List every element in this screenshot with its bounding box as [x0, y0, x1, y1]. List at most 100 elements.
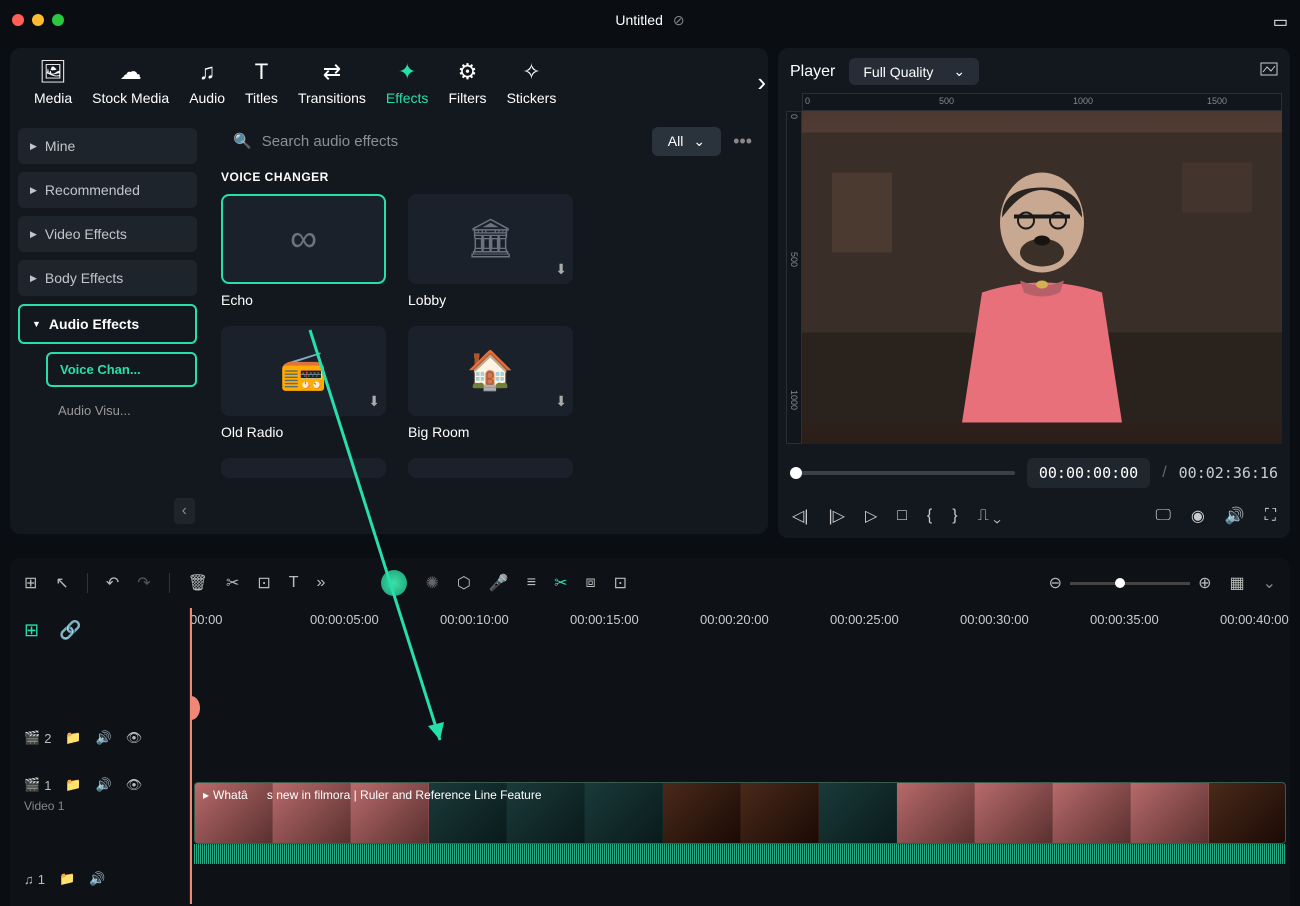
zoom-handle[interactable]	[1115, 578, 1125, 588]
select-tool-icon[interactable]: ↖	[55, 573, 68, 593]
effect-lobby[interactable]: 🏛⬇ Lobby	[408, 194, 573, 308]
tab-transitions[interactable]: ⇄Transitions	[292, 59, 372, 106]
sidebar-subitem-voice-changer[interactable]: Voice Chan...	[46, 352, 197, 387]
prev-frame-button[interactable]: ◁|	[792, 506, 808, 526]
stop-button[interactable]: □	[897, 507, 907, 525]
download-icon[interactable]: ⬇	[555, 261, 567, 278]
mic-icon[interactable]: 🎤	[489, 573, 509, 593]
visibility-icon[interactable]: 👁	[126, 777, 143, 793]
add-track-icon[interactable]: ⊞	[24, 620, 39, 641]
scrub-bar[interactable]	[790, 471, 1015, 475]
zoom-in-button[interactable]: ⊕	[1198, 573, 1211, 593]
effect-extra-1[interactable]	[221, 458, 386, 478]
minimize-window[interactable]	[32, 14, 44, 26]
tabs-scroll-right[interactable]: ›	[757, 67, 766, 98]
tab-filters[interactable]: ⚙Filters	[442, 59, 492, 106]
tab-titles[interactable]: TTitles	[239, 59, 284, 106]
tab-media[interactable]: 🖼Media	[28, 59, 78, 106]
video-clip[interactable]: ▸Whatâs new in filmora | Ruler and Ref…	[194, 782, 1286, 844]
timeline-ruler[interactable]: 00:00 00:00:05:00 00:00:10:00 00:00:15:0…	[190, 608, 1290, 654]
chevron-down-icon[interactable]: ⌄	[1263, 573, 1276, 593]
house-icon: 🏠	[467, 349, 514, 393]
search-icon: 🔍	[233, 132, 252, 150]
mute-icon[interactable]: 🔊	[96, 777, 112, 793]
quality-dropdown[interactable]: Full Quality⌄	[849, 58, 979, 85]
gear2-icon[interactable]: ✺	[425, 573, 438, 593]
sidebar-item-video-effects[interactable]: ▶Video Effects	[18, 216, 197, 252]
crop-button[interactable]: ⊡	[257, 573, 270, 593]
maximize-window[interactable]	[52, 14, 64, 26]
collapse-sidebar-button[interactable]: ‹	[174, 498, 195, 524]
chevron-down-icon: ⌄	[953, 63, 965, 80]
fullscreen-icon[interactable]: ⛶	[1265, 507, 1276, 525]
fit-icon[interactable]: ⊡	[614, 573, 627, 593]
list-icon[interactable]: ≡	[527, 574, 536, 592]
screen-icon[interactable]: 🖵	[1155, 507, 1170, 525]
next-frame-button[interactable]: |▷	[828, 506, 844, 526]
zoom-slider[interactable]	[1070, 582, 1190, 585]
mark-in-icon[interactable]: {	[927, 507, 932, 525]
sync-icon: ⊘	[673, 12, 685, 29]
video-preview[interactable]	[802, 111, 1282, 444]
mute-icon[interactable]: 🔊	[96, 730, 112, 746]
track-header-audio1[interactable]: ♫1 📁 🔊	[10, 854, 189, 904]
player-label: Player	[790, 63, 835, 81]
download-icon[interactable]: ⬇	[555, 393, 567, 410]
undo-button[interactable]: ↶	[106, 573, 119, 593]
more-tools-icon[interactable]: »	[317, 574, 326, 592]
more-options-icon[interactable]: •••	[733, 131, 752, 152]
sidebar-item-mine[interactable]: ▶Mine	[18, 128, 197, 164]
scrub-handle[interactable]	[790, 467, 802, 479]
sidebar-item-recommended[interactable]: ▶Recommended	[18, 172, 197, 208]
link-tracks-icon[interactable]: 🔗	[59, 620, 81, 641]
window-controls	[12, 14, 64, 26]
split-button[interactable]: ✂	[226, 573, 239, 593]
tab-effects[interactable]: ✦Effects	[380, 59, 435, 106]
video-track-1[interactable]: ▸Whatâs new in filmora | Ruler and Ref…	[190, 778, 1290, 856]
folder-icon[interactable]: 📁	[65, 730, 81, 746]
note-icon: ♫	[24, 872, 34, 887]
folder-icon[interactable]: 📁	[65, 777, 81, 793]
zoom-out-button[interactable]: ⊖	[1049, 573, 1062, 593]
effect-echo[interactable]: ∞ Echo	[221, 194, 386, 308]
filter-dropdown[interactable]: All⌄	[652, 127, 721, 156]
display-mode-icon[interactable]: ▭	[1273, 12, 1288, 32]
effect-old-radio[interactable]: 📻⬇ Old Radio	[221, 326, 386, 440]
building-icon: 🏛	[466, 217, 514, 261]
shield-icon[interactable]: ⬡	[457, 573, 471, 593]
redo-button[interactable]: ↷	[137, 573, 150, 593]
download-icon[interactable]: ⬇	[368, 393, 380, 410]
mark-out-icon[interactable]: }	[952, 507, 957, 525]
link-icon[interactable]: ⧈	[585, 574, 595, 592]
play-button[interactable]: ▷	[865, 506, 877, 526]
effect-big-room[interactable]: 🏠⬇ Big Room	[408, 326, 573, 440]
tab-stock-media[interactable]: ☁Stock Media	[86, 59, 175, 106]
snapshot-icon[interactable]	[1260, 62, 1278, 81]
text-button[interactable]: T	[289, 574, 299, 592]
tab-audio[interactable]: ♫Audio	[183, 59, 231, 106]
title-bar: Untitled ⊘ ▭	[0, 0, 1300, 40]
search-input[interactable]: 🔍Search audio effects	[221, 126, 640, 156]
tab-stickers[interactable]: ✧Stickers	[501, 59, 563, 106]
cut-marker-icon[interactable]: ✂	[554, 573, 567, 593]
sidebar-subitem-audio-visualizer[interactable]: Audio Visu...	[46, 395, 197, 426]
track-view-icon[interactable]: ▦	[1229, 573, 1244, 593]
mute-icon[interactable]: 🔊	[89, 871, 105, 887]
playhead[interactable]	[190, 608, 192, 904]
close-window[interactable]	[12, 14, 24, 26]
folder-icon[interactable]: 📁	[59, 871, 75, 887]
volume-icon[interactable]: 🔊	[1225, 506, 1245, 526]
visibility-icon[interactable]: 👁	[126, 730, 143, 746]
ai-button[interactable]	[381, 570, 407, 596]
sidebar-item-audio-effects[interactable]: ▼Audio Effects	[18, 304, 197, 344]
effect-extra-2[interactable]	[408, 458, 573, 478]
layout-icon[interactable]: ⊞	[24, 573, 37, 593]
delete-button[interactable]: 🗑	[188, 573, 208, 593]
track-header-video1[interactable]: 🎬1 📁 🔊 👁 Video 1	[10, 777, 189, 854]
playback-controls: ◁| |▷ ▷ □ { } ⎍ ⌄ 🖵 ◉ 🔊 ⛶	[786, 502, 1282, 530]
marker-icon[interactable]: ⎍ ⌄	[978, 507, 1001, 525]
sidebar-item-body-effects[interactable]: ▶Body Effects	[18, 260, 197, 296]
camera-icon[interactable]: ◉	[1191, 506, 1205, 526]
timeline-tracks[interactable]: 00:00 00:00:05:00 00:00:10:00 00:00:15:0…	[190, 608, 1290, 904]
track-header-video2[interactable]: 🎬2 📁 🔊 👁	[10, 700, 189, 777]
